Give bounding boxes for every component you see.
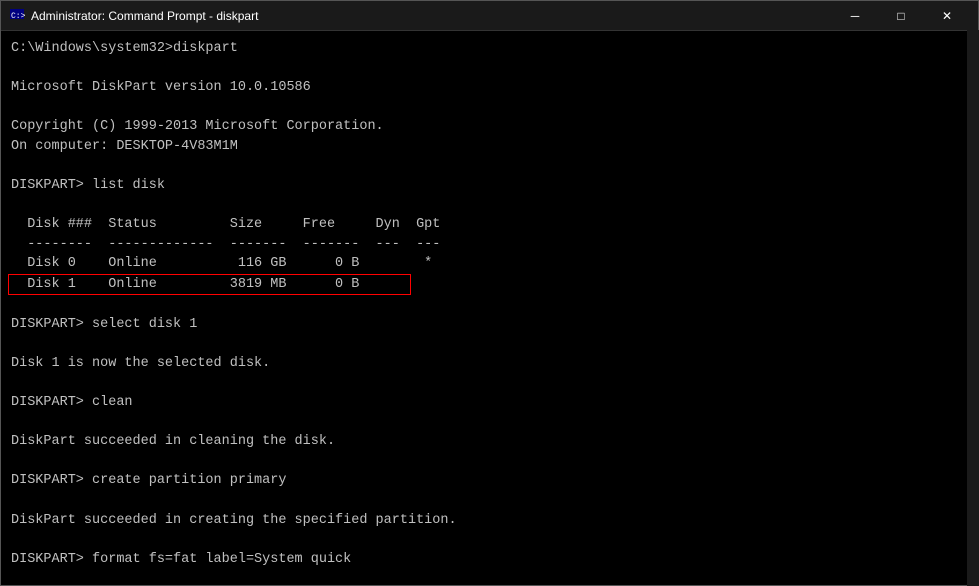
empty-3 xyxy=(11,156,968,176)
line-separator: -------- ------------- ------- ------- -… xyxy=(11,235,968,255)
window-controls: ─ □ ✕ xyxy=(832,1,970,31)
empty-10 xyxy=(11,491,968,511)
empty-8 xyxy=(11,413,968,433)
line-copyright: Copyright (C) 1999-2013 Microsoft Corpor… xyxy=(11,117,968,137)
scrollbar[interactable] xyxy=(967,30,979,586)
line-selectdisk: DISKPART> select disk 1 xyxy=(11,315,968,335)
empty-4 xyxy=(11,196,968,216)
terminal-body[interactable]: C:\Windows\system32>diskpart Microsoft D… xyxy=(1,31,978,585)
line-partcreated: DiskPart succeeded in creating the speci… xyxy=(11,511,968,531)
line-1: C:\Windows\system32>diskpart xyxy=(11,39,968,59)
svg-text:C:>: C:> xyxy=(11,12,25,21)
line-cleaned: DiskPart succeeded in cleaning the disk. xyxy=(11,432,968,452)
cmd-window: C:> Administrator: Command Prompt - disk… xyxy=(0,0,979,586)
line-clean: DISKPART> clean xyxy=(11,393,968,413)
window-title: Administrator: Command Prompt - diskpart xyxy=(31,9,832,23)
disk1-highlighted: Disk 1 Online 3819 MB 0 B xyxy=(8,274,411,296)
line-disk0: Disk 0 Online 116 GB 0 B * xyxy=(11,254,968,274)
empty-5 xyxy=(11,295,968,315)
empty-9 xyxy=(11,452,968,472)
line-computer: On computer: DESKTOP-4V83M1M xyxy=(11,137,968,157)
cmd-icon: C:> xyxy=(9,8,25,24)
line-header: Disk ### Status Size Free Dyn Gpt xyxy=(11,215,968,235)
titlebar: C:> Administrator: Command Prompt - disk… xyxy=(1,1,978,31)
line-disk1: Disk 1 Online 3819 MB 0 B xyxy=(11,274,968,296)
line-listdisk: DISKPART> list disk xyxy=(11,176,968,196)
line-createpart: DISKPART> create partition primary xyxy=(11,471,968,491)
empty-6 xyxy=(11,334,968,354)
line-version: Microsoft DiskPart version 10.0.10586 xyxy=(11,78,968,98)
empty-12 xyxy=(11,569,968,585)
empty-7 xyxy=(11,374,968,394)
close-button[interactable]: ✕ xyxy=(924,1,970,31)
maximize-button[interactable]: □ xyxy=(878,1,924,31)
empty-1 xyxy=(11,59,968,79)
empty-11 xyxy=(11,530,968,550)
minimize-button[interactable]: ─ xyxy=(832,1,878,31)
line-format: DISKPART> format fs=fat label=System qui… xyxy=(11,550,968,570)
empty-2 xyxy=(11,98,968,118)
line-selected: Disk 1 is now the selected disk. xyxy=(11,354,968,374)
